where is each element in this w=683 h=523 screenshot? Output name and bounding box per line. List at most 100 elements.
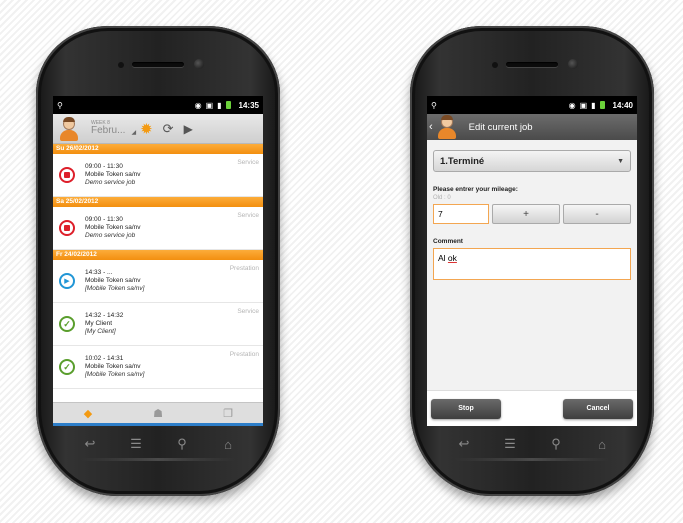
- status-select[interactable]: 1.Terminé ▼: [433, 150, 631, 172]
- hardware-keys: ↩ ☰ ⚲ ⌂: [450, 430, 616, 458]
- comment-field[interactable]: Al ok: [433, 248, 631, 280]
- chin-highlight: [80, 458, 236, 461]
- job-type: Service: [237, 159, 259, 166]
- title-bar: ‹ Edit current job: [427, 114, 637, 140]
- month-label: Febru...: [91, 125, 126, 136]
- job-time: 14:33 - ...: [85, 269, 113, 277]
- sensor: [118, 62, 124, 68]
- increment-button[interactable]: +: [492, 204, 560, 224]
- home-key-icon[interactable]: ⌂: [588, 437, 616, 452]
- status-bar: ⚲ ◉ ▣ ▮ 14:40: [427, 96, 637, 114]
- job-time: 09:00 - 11:30: [85, 163, 123, 171]
- back-key-icon[interactable]: ↩: [450, 436, 478, 452]
- bottom-tab-bar: ◆ ☗ ❐: [53, 402, 263, 426]
- comment-text: Al: [438, 253, 448, 263]
- job-client: My Client: [85, 320, 113, 328]
- clock: 14:40: [612, 100, 633, 110]
- mileage-old-value: Old : 0: [433, 195, 451, 201]
- job-client: Mobile Token sa/nv: [85, 171, 141, 179]
- job-type: Service: [237, 308, 259, 315]
- phone-right: ⚲ ◉ ▣ ▮ 14:40 ‹ Edit current job 1.Termi…: [410, 26, 654, 496]
- job-description: Demo service job: [85, 178, 136, 186]
- menu-key-icon[interactable]: ☰: [496, 436, 524, 452]
- stop-icon[interactable]: [59, 220, 75, 236]
- check-icon: ✓: [59, 359, 75, 375]
- comment-label: Comment: [433, 238, 463, 245]
- avatar[interactable]: [435, 115, 459, 139]
- job-time: 14:32 - 14:32: [85, 312, 124, 320]
- play-circle-icon[interactable]: ▶: [59, 273, 75, 289]
- stop-button[interactable]: Stop: [431, 398, 501, 419]
- home-key-icon[interactable]: ⌂: [214, 437, 242, 452]
- action-bar: Stop Cancel: [427, 390, 637, 426]
- usb-icon: ⚲: [57, 100, 63, 110]
- day-header: Su 26/02/2012: [53, 144, 263, 154]
- job-description: Demo service job: [85, 231, 136, 239]
- mileage-input[interactable]: 7: [433, 204, 489, 224]
- battery-icon: [599, 101, 605, 109]
- phone-left: ⚲ ◉ ▣ ▮ 14:35 WEEK 8 Febru... ◢ ✹ ⟳ ▶ Su…: [36, 26, 280, 496]
- chin-highlight: [454, 458, 610, 461]
- job-row[interactable]: ✓ 10:02 - 14:31 Mobile Token sa/nv [Mobi…: [53, 346, 263, 389]
- job-type: Service: [237, 212, 259, 219]
- status-value: 1.Terminé: [440, 155, 485, 167]
- sensor: [492, 62, 498, 68]
- earpiece-speaker: [132, 62, 184, 67]
- back-key-icon[interactable]: ↩: [76, 436, 104, 452]
- front-camera: [568, 59, 578, 69]
- team-tab-icon[interactable]: ☗: [123, 403, 193, 426]
- job-row[interactable]: ▶ 14:33 - ... Mobile Token sa/nv [Mobile…: [53, 260, 263, 303]
- check-icon: ✓: [59, 316, 75, 332]
- job-type: Prestation: [229, 351, 259, 358]
- stop-icon[interactable]: [59, 167, 75, 183]
- alarm-icon: ◉: [568, 100, 576, 110]
- sim-icon: ▣: [205, 100, 214, 110]
- job-client: Mobile Token sa/nv: [85, 277, 141, 285]
- job-row[interactable]: 09:00 - 11:30 Mobile Token sa/nv Demo se…: [53, 207, 263, 250]
- mileage-label: Please entrer your mileage:: [433, 186, 518, 193]
- battery-icon: [225, 101, 231, 109]
- job-client: Mobile Token sa/nv: [85, 363, 141, 371]
- job-description: [Mobile Token sa/nv]: [85, 284, 145, 292]
- mileage-row: 7 + -: [433, 204, 631, 224]
- dropdown-arrow-icon[interactable]: ◢: [131, 129, 136, 136]
- job-description: [Mobile Token sa/nv]: [85, 370, 145, 378]
- day-header: Sa 25/02/2012: [53, 197, 263, 207]
- clock: 14:35: [238, 100, 259, 110]
- usb-icon: ⚲: [431, 100, 437, 110]
- page-title: Edit current job: [468, 121, 533, 133]
- back-chevron-icon[interactable]: ‹: [429, 121, 433, 133]
- hardware-keys: ↩ ☰ ⚲ ⌂: [76, 430, 242, 458]
- chevron-down-icon: ▼: [617, 157, 624, 165]
- job-description: [My Client]: [85, 327, 116, 335]
- play-icon[interactable]: ▶: [184, 122, 193, 136]
- search-key-icon[interactable]: ⚲: [542, 436, 570, 452]
- left-screen: ⚲ ◉ ▣ ▮ 14:35 WEEK 8 Febru... ◢ ✹ ⟳ ▶ Su…: [53, 96, 263, 426]
- search-key-icon[interactable]: ⚲: [168, 436, 196, 452]
- edit-form: 1.Terminé ▼ Please entrer your mileage: …: [427, 140, 637, 426]
- sun-icon[interactable]: ✹: [140, 120, 153, 138]
- cancel-button[interactable]: Cancel: [563, 398, 633, 419]
- decrement-button[interactable]: -: [563, 204, 631, 224]
- right-screen: ⚲ ◉ ▣ ▮ 14:40 ‹ Edit current job 1.Termi…: [427, 96, 637, 426]
- sync-icon[interactable]: ⟳: [163, 121, 174, 137]
- app-bar: WEEK 8 Febru... ◢ ✹ ⟳ ▶: [53, 114, 263, 144]
- earpiece-speaker: [506, 62, 558, 67]
- front-camera: [194, 59, 204, 69]
- day-header: Fr 24/02/2012: [53, 250, 263, 260]
- avatar[interactable]: [57, 116, 81, 141]
- documents-tab-icon[interactable]: ❐: [193, 403, 263, 426]
- comment-text-spellcheck: ok: [447, 253, 457, 263]
- job-row[interactable]: ✓ 14:32 - 14:32 My Client [My Client] Se…: [53, 303, 263, 346]
- week-selector[interactable]: WEEK 8 Febru...: [91, 121, 125, 136]
- menu-key-icon[interactable]: ☰: [122, 436, 150, 452]
- signal-icon: ▮: [591, 100, 596, 110]
- jobs-tab-icon[interactable]: ◆: [53, 403, 123, 426]
- job-type: Prestation: [229, 265, 259, 272]
- signal-icon: ▮: [217, 100, 222, 110]
- status-bar: ⚲ ◉ ▣ ▮ 14:35: [53, 96, 263, 114]
- job-time: 10:02 - 14:31: [85, 355, 124, 363]
- sim-icon: ▣: [579, 100, 588, 110]
- alarm-icon: ◉: [194, 100, 202, 110]
- job-row[interactable]: 09:00 - 11:30 Mobile Token sa/nv Demo se…: [53, 154, 263, 197]
